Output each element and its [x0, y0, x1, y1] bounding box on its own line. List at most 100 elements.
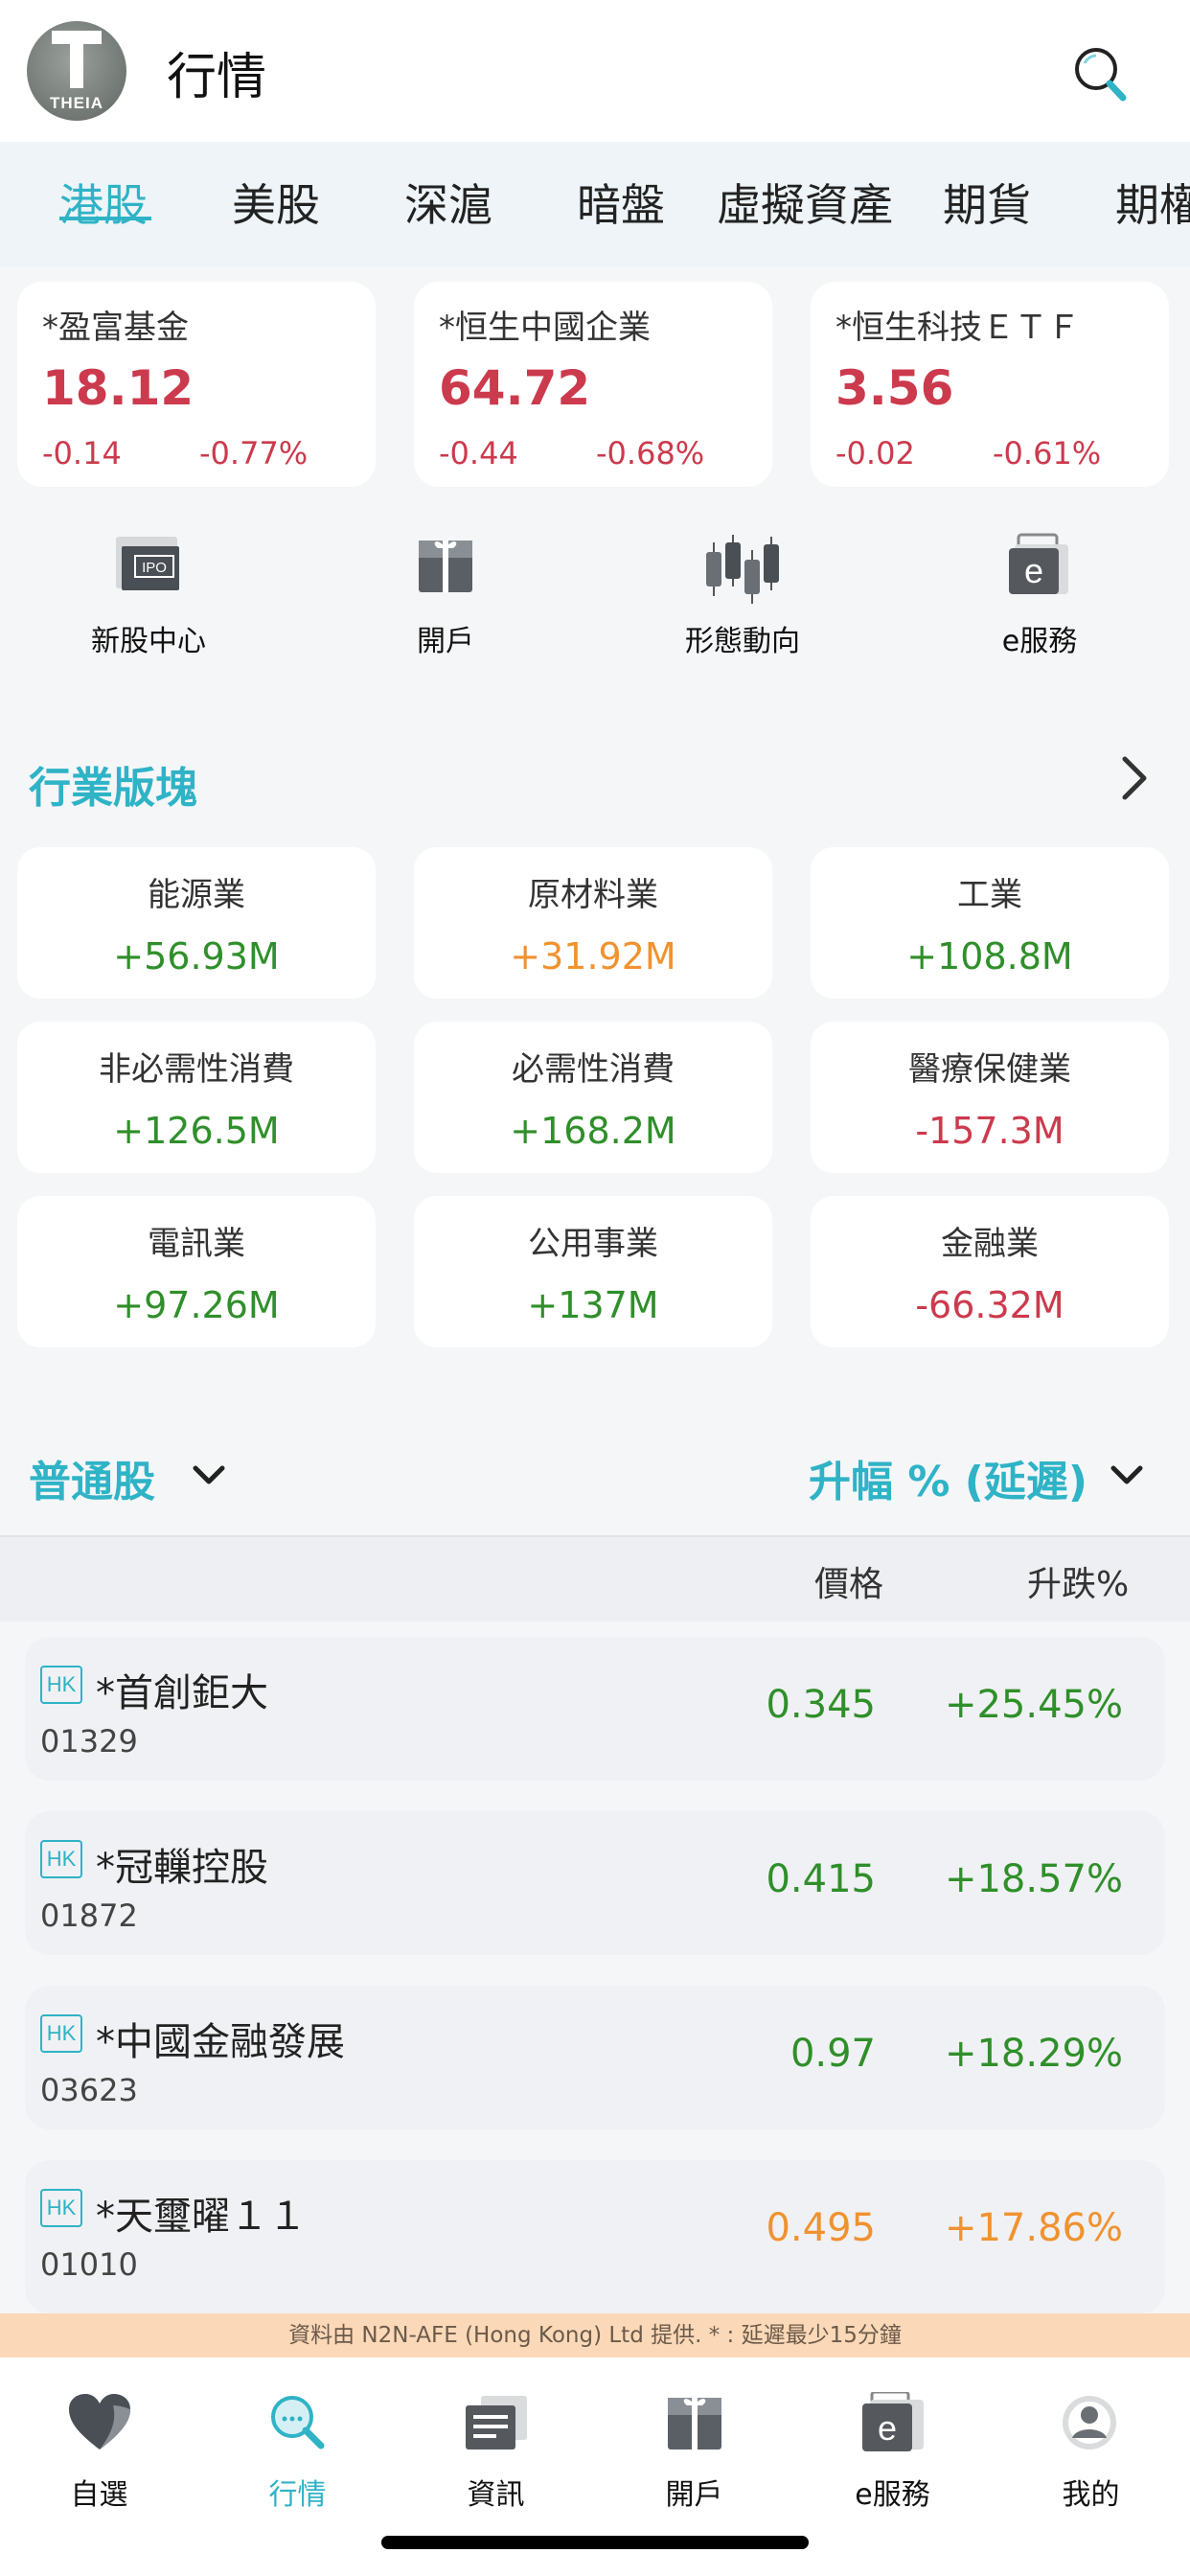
hk-market-badge: HK [40, 1666, 82, 1704]
sector-name: 原材料業 [528, 876, 658, 914]
home-indicator [381, 2536, 809, 2549]
tab-grey-market[interactable]: 暗盤 [577, 171, 665, 234]
svg-text:e: e [878, 2408, 897, 2448]
market-tabs: 港股 美股 深滬 暗盤 虛擬資產 期貨 期權 [0, 142, 1190, 266]
index-price: 18.12 [42, 360, 195, 416]
sector-card[interactable]: 醫療保健業 -157.3M [811, 1022, 1169, 1173]
sector-card[interactable]: 工業 +108.8M [811, 847, 1169, 999]
ipo-icon: IPO [116, 537, 179, 590]
nav-open-account[interactable]: 開戶 [595, 2358, 793, 2512]
index-change: -0.14 [42, 435, 122, 472]
candlestick-icon [706, 535, 779, 604]
e-service-icon: e [862, 2392, 924, 2451]
stock-code: 01872 [40, 1898, 138, 1934]
index-price: 64.72 [439, 360, 591, 416]
heart-icon [69, 2394, 130, 2450]
column-header-change-pct[interactable]: 升跌% [1027, 1556, 1129, 1606]
tab-hk-stocks[interactable]: 港股 [59, 171, 148, 234]
table-row[interactable]: HK *天璽曜１１ 01010 0.495 +17.86% [25, 2160, 1165, 2313]
index-card[interactable]: *恒生中國企業 64.72 -0.44 -0.68% [414, 282, 772, 487]
market-search-icon [271, 2396, 325, 2450]
nav-label: e服務 [855, 2478, 930, 2512]
nav-label: 資訊 [467, 2478, 525, 2512]
tab-virtual-assets[interactable]: 虛擬資產 [717, 171, 893, 234]
index-change-pct: -0.61% [993, 435, 1102, 472]
news-icon [466, 2396, 527, 2450]
nav-watchlist[interactable]: 自選 [0, 2358, 198, 2512]
sector-value: +108.8M [906, 935, 1073, 978]
nav-market[interactable]: 行情 [198, 2358, 397, 2512]
hk-market-badge: HK [40, 2014, 82, 2053]
index-card[interactable]: *恒生科技ＥＴＦ 3.56 -0.02 -0.61% [811, 282, 1169, 487]
sector-card[interactable]: 公用事業 +137M [414, 1196, 772, 1347]
chevron-down-icon[interactable] [1106, 1460, 1148, 1491]
tab-futures[interactable]: 期貨 [943, 171, 1031, 234]
table-row[interactable]: HK *冠轈控股 01872 0.415 +18.57% [25, 1811, 1165, 1955]
nav-label: 開戶 [665, 2478, 723, 2512]
index-change-pct: -0.77% [199, 435, 309, 472]
search-icon[interactable] [1071, 44, 1129, 105]
stock-change-pct: +18.57% [944, 1857, 1123, 1901]
logo-t-mark [52, 31, 102, 88]
sector-value: -157.3M [915, 1110, 1064, 1152]
shortcut-ipo-center[interactable]: IPO 新股中心 [53, 533, 244, 658]
index-card[interactable]: *盈富基金 18.12 -0.14 -0.77% [17, 282, 376, 487]
nav-label: 行情 [268, 2478, 327, 2512]
tab-options[interactable]: 期權 [1115, 171, 1190, 234]
nav-profile[interactable]: 我的 [992, 2358, 1190, 2512]
nav-news[interactable]: 資訊 [397, 2358, 595, 2512]
stock-name: *冠轈控股 [96, 1846, 268, 1890]
index-name: *恒生科技ＥＴＦ [835, 309, 1080, 347]
tab-shenzhen-shanghai[interactable]: 深滬 [404, 171, 492, 234]
sector-card[interactable]: 必需性消費 +168.2M [414, 1022, 772, 1173]
brand-logo[interactable]: THEIA [27, 21, 126, 121]
index-change: -0.44 [439, 435, 518, 472]
sector-name: 金融業 [941, 1225, 1039, 1263]
sector-value: +137M [527, 1284, 659, 1326]
stock-code: 03623 [40, 2072, 138, 2108]
shortcut-e-service[interactable]: e e服務 [944, 533, 1135, 658]
index-change-pct: -0.68% [596, 435, 705, 472]
sector-value: +56.93M [113, 935, 280, 978]
stock-list-header: 價格 升跌% [0, 1535, 1190, 1622]
stock-code: 01329 [40, 1723, 138, 1760]
sector-card[interactable]: 金融業 -66.32M [811, 1196, 1169, 1347]
shortcut-label: 開戶 [417, 625, 474, 658]
data-source-disclaimer: 資料由 N2N-AFE (Hong Kong) Ltd 提供. * : 延遲最少… [0, 2313, 1190, 2358]
top-bar: THEIA 行情 [0, 0, 1190, 142]
nav-label: 我的 [1062, 2478, 1120, 2512]
sector-value: +168.2M [510, 1110, 676, 1152]
table-row[interactable]: HK *首創鉅大 01329 0.345 +25.45% [25, 1637, 1165, 1781]
sector-name: 電訊業 [148, 1225, 245, 1263]
stock-change-pct: +25.45% [944, 1683, 1123, 1727]
stock-change-pct: +18.29% [944, 2032, 1123, 2076]
sector-name: 公用事業 [528, 1225, 658, 1263]
shortcut-open-account[interactable]: 開戶 [350, 533, 541, 658]
index-name: *盈富基金 [42, 309, 189, 347]
hk-market-badge: HK [40, 2189, 82, 2227]
sectors-section-title[interactable]: 行業版塊 [29, 753, 197, 815]
sector-card[interactable]: 原材料業 +31.92M [414, 847, 772, 999]
stock-price: 0.415 [766, 1857, 876, 1901]
column-header-price[interactable]: 價格 [814, 1556, 883, 1606]
sector-name: 醫療保健業 [908, 1050, 1071, 1089]
sector-name: 必需性消費 [512, 1050, 675, 1089]
sort-selector[interactable]: 升幅 % (延遲) [809, 1447, 1087, 1508]
chevron-down-icon[interactable] [188, 1460, 230, 1491]
sector-card[interactable]: 電訊業 +97.26M [17, 1196, 376, 1347]
nav-e-service[interactable]: e e服務 [793, 2358, 992, 2512]
shortcut-label: e服務 [1001, 625, 1078, 658]
tab-us-stocks[interactable]: 美股 [232, 171, 320, 234]
chevron-right-icon[interactable] [1117, 753, 1152, 803]
gift-icon [668, 2398, 721, 2450]
shortcut-label: 新股中心 [91, 625, 206, 658]
table-row[interactable]: HK *中國金融發展 03623 0.97 +18.29% [25, 1986, 1165, 2129]
sector-value: -66.32M [915, 1284, 1064, 1326]
logo-text: THEIA [50, 94, 103, 112]
shortcut-pattern-trend[interactable]: 形態動向 [647, 533, 838, 658]
sector-card[interactable]: 非必需性消費 +126.5M [17, 1022, 376, 1173]
sector-card[interactable]: 能源業 +56.93M [17, 847, 376, 999]
stock-name: *首創鉅大 [96, 1671, 268, 1715]
profile-icon [1063, 2396, 1116, 2450]
stock-type-selector[interactable]: 普通股 [29, 1447, 155, 1508]
